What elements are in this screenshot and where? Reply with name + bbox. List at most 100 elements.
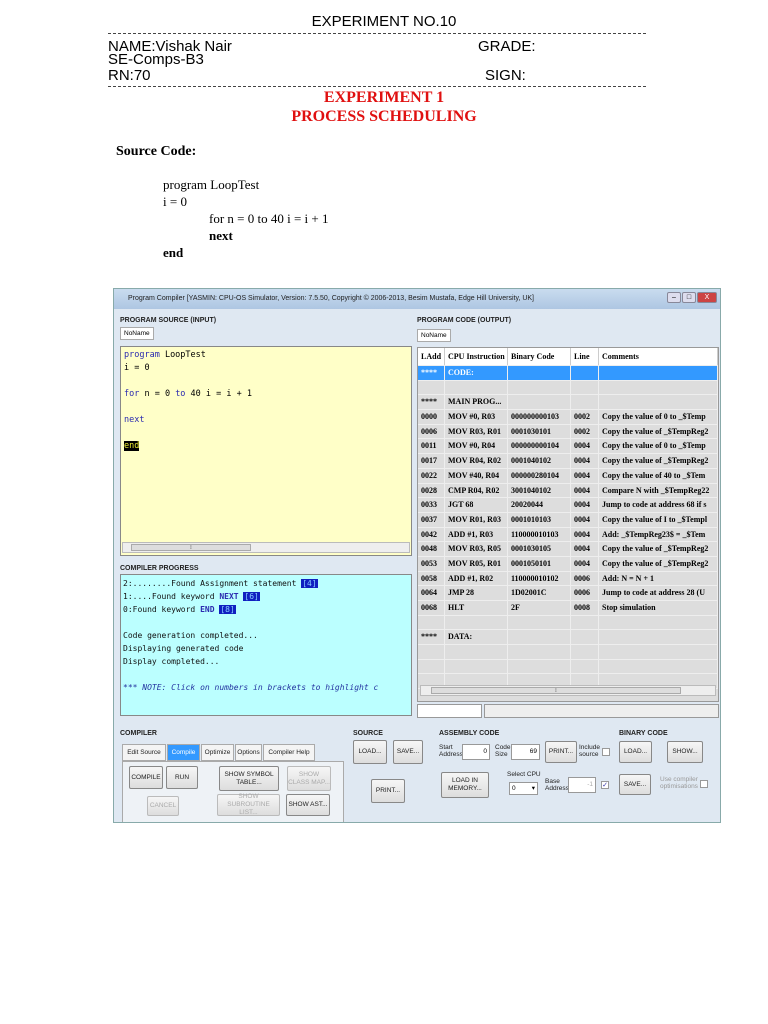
note-text: *** NOTE: Click on numbers in brackets t… xyxy=(123,683,379,692)
source-print-button[interactable]: PRINT... xyxy=(371,779,405,803)
table-header: LAdd CPU Instruction Binary Code Line Commen… xyxy=(418,348,718,366)
table-row[interactable] xyxy=(418,645,718,660)
select-cpu-value: 0 xyxy=(512,785,516,792)
tab-noname-output[interactable]: NoName xyxy=(417,329,451,342)
table-row[interactable] xyxy=(418,615,718,631)
maximize-button[interactable]: □ xyxy=(682,292,696,303)
show-symbol-table-button[interactable]: SHOW SYMBOL TABLE... xyxy=(219,766,279,791)
progress-line xyxy=(123,616,409,629)
binary-load-button[interactable]: LOAD... xyxy=(619,741,652,763)
table-cell: MOV R03, R01 xyxy=(445,424,508,439)
source-load-button[interactable]: LOAD... xyxy=(353,740,387,764)
table-cell: Copy the value of _$TempReg2 xyxy=(599,454,718,468)
cancel-button[interactable]: CANCEL xyxy=(147,796,179,816)
table-row[interactable]: **** MAIN PROG... xyxy=(418,395,718,411)
output-search-input[interactable] xyxy=(417,704,482,718)
use-optimisations-checkbox[interactable] xyxy=(700,780,708,788)
column-header[interactable]: Binary Code xyxy=(508,348,571,365)
source-save-button[interactable]: SAVE... xyxy=(393,740,423,764)
show-subroutine-list-button[interactable]: SHOW SUBROUTINE LIST... xyxy=(217,793,280,816)
table-cell: MOV R05, R01 xyxy=(445,556,508,571)
source-line: program LoopTest xyxy=(163,177,260,192)
start-address-input[interactable]: 0 xyxy=(462,744,490,760)
table-row[interactable]: 0048 MOV R03, R05 0001030105 0004 Copy the v… xyxy=(418,542,718,557)
table-cell: 0004 xyxy=(571,483,599,498)
table-row[interactable] xyxy=(418,380,718,396)
status-field xyxy=(484,704,719,718)
compile-button[interactable]: COMPILE xyxy=(129,766,163,789)
close-button[interactable]: X xyxy=(697,292,717,303)
minimize-button[interactable]: – xyxy=(667,292,681,303)
source-editor[interactable]: program LoopTest i = 0 for n = 0 to 40 i … xyxy=(120,346,412,556)
table-cell: 2F xyxy=(508,601,571,615)
tab-edit-source[interactable]: Edit Source xyxy=(122,744,166,761)
line-reference-link[interactable]: [6] xyxy=(243,592,260,601)
table-row[interactable]: **** CODE: xyxy=(418,366,718,381)
table-row[interactable]: 0011 MOV #0, R04 000000000104 0004 Copy the … xyxy=(418,439,718,455)
select-cpu-dropdown[interactable]: 0 ▾ xyxy=(509,782,538,795)
table-cell: 0006 xyxy=(571,571,599,586)
column-header[interactable]: Comments xyxy=(599,348,718,365)
column-header[interactable]: CPU Instruction xyxy=(445,348,508,365)
run-button[interactable]: RUN xyxy=(166,766,198,789)
load-in-memory-button[interactable]: LOAD IN MEMORY... xyxy=(441,772,489,798)
table-row[interactable]: 0033 JGT 68 20020044 0004 Jump to code at ad… xyxy=(418,498,718,513)
base-address-input[interactable]: -1 xyxy=(568,777,596,793)
line-reference-link[interactable]: [4] xyxy=(301,579,318,588)
compiler-section-label: COMPILER xyxy=(120,730,157,737)
table-cell xyxy=(445,645,508,659)
table-row[interactable]: 0000 MOV #0, R03 000000000103 0002 Copy the … xyxy=(418,410,718,425)
table-cell: CMP R04, R02 xyxy=(445,483,508,498)
table-cell: ADD #1, R02 xyxy=(445,571,508,586)
table-row[interactable]: 0006 MOV R03, R01 0001030101 0002 Copy the v… xyxy=(418,424,718,440)
include-source-checkbox[interactable] xyxy=(602,748,610,756)
base-address-checkbox[interactable]: ✓ xyxy=(601,781,609,789)
table-cell xyxy=(508,630,571,645)
code-size-input[interactable]: 69 xyxy=(511,744,540,760)
column-header[interactable]: Line xyxy=(571,348,599,365)
binary-save-button[interactable]: SAVE... xyxy=(619,774,651,795)
table-row[interactable] xyxy=(418,659,718,675)
table-cell xyxy=(571,615,599,630)
table-row[interactable]: 0037 MOV R01, R03 0001010103 0004 Copy the v… xyxy=(418,512,718,528)
binary-show-button[interactable]: SHOW... xyxy=(667,741,703,763)
tab-options[interactable]: Options xyxy=(235,744,262,761)
table-cell: 0008 xyxy=(571,601,599,615)
table-row[interactable]: 0042 ADD #1, R03 110000010103 0004 Add: _$Te… xyxy=(418,527,718,543)
show-class-map-button[interactable]: SHOW CLASS MAP... xyxy=(287,766,331,791)
table-row[interactable]: 0068 HLT 2F 0008 Stop simulation xyxy=(418,601,718,616)
table-cell: Add: N = N + 1 xyxy=(599,571,718,586)
horizontal-scrollbar[interactable]: ⁞ xyxy=(122,542,410,553)
tab-noname-source[interactable]: NoName xyxy=(120,327,154,340)
progress-text: 2:........Found Assignment statement xyxy=(123,579,302,588)
column-header[interactable]: LAdd xyxy=(418,348,445,365)
select-cpu-label: Select CPU xyxy=(507,771,541,778)
chevron-down-icon: ▾ xyxy=(531,785,535,792)
table-row[interactable]: 0058 ADD #1, R02 110000010102 0006 Add: N = … xyxy=(418,571,718,587)
table-cell: 0004 xyxy=(571,527,599,542)
assembly-print-button[interactable]: PRINT... xyxy=(545,741,577,763)
editor-line: i = 0 xyxy=(124,363,408,376)
horizontal-scrollbar[interactable]: ⁞ xyxy=(420,685,716,696)
line-reference-link[interactable]: [8] xyxy=(219,605,236,614)
source-line: end xyxy=(163,245,184,260)
table-row[interactable]: 0028 CMP R04, R02 3001040102 0004 Compare N … xyxy=(418,483,718,499)
table-cell: **** xyxy=(418,366,445,380)
table-row[interactable]: 0064 JMP 28 1D02001C 0006 Jump to code at ad… xyxy=(418,586,718,601)
table-cell: 0064 xyxy=(418,586,445,600)
table-row[interactable]: 0022 MOV #40, R04 000000280104 0004 Copy the… xyxy=(418,468,718,484)
table-cell: 0006 xyxy=(571,586,599,600)
table-cell: 0004 xyxy=(571,439,599,454)
show-ast-button[interactable]: SHOW AST... xyxy=(286,794,330,816)
tab-optimize[interactable]: Optimize xyxy=(201,744,234,761)
compiler-progress-log[interactable]: 2:........Found Assignment statement [4]… xyxy=(120,574,412,716)
table-row[interactable]: **** DATA: xyxy=(418,630,718,646)
table-cell: 0004 xyxy=(571,512,599,527)
tab-compile[interactable]: Compile xyxy=(167,744,200,761)
tab-compiler-help[interactable]: Compiler Help xyxy=(263,744,315,761)
table-row[interactable]: 0017 MOV R04, R02 0001040102 0004 Copy the v… xyxy=(418,454,718,469)
program-code-table[interactable]: LAdd CPU Instruction Binary Code Line Commen… xyxy=(417,347,719,702)
table-row[interactable]: 0053 MOV R05, R01 0001050101 0004 Copy the v… xyxy=(418,556,718,572)
table-cell: 0004 xyxy=(571,498,599,512)
progress-text: 1:....Found keyword xyxy=(123,592,220,601)
